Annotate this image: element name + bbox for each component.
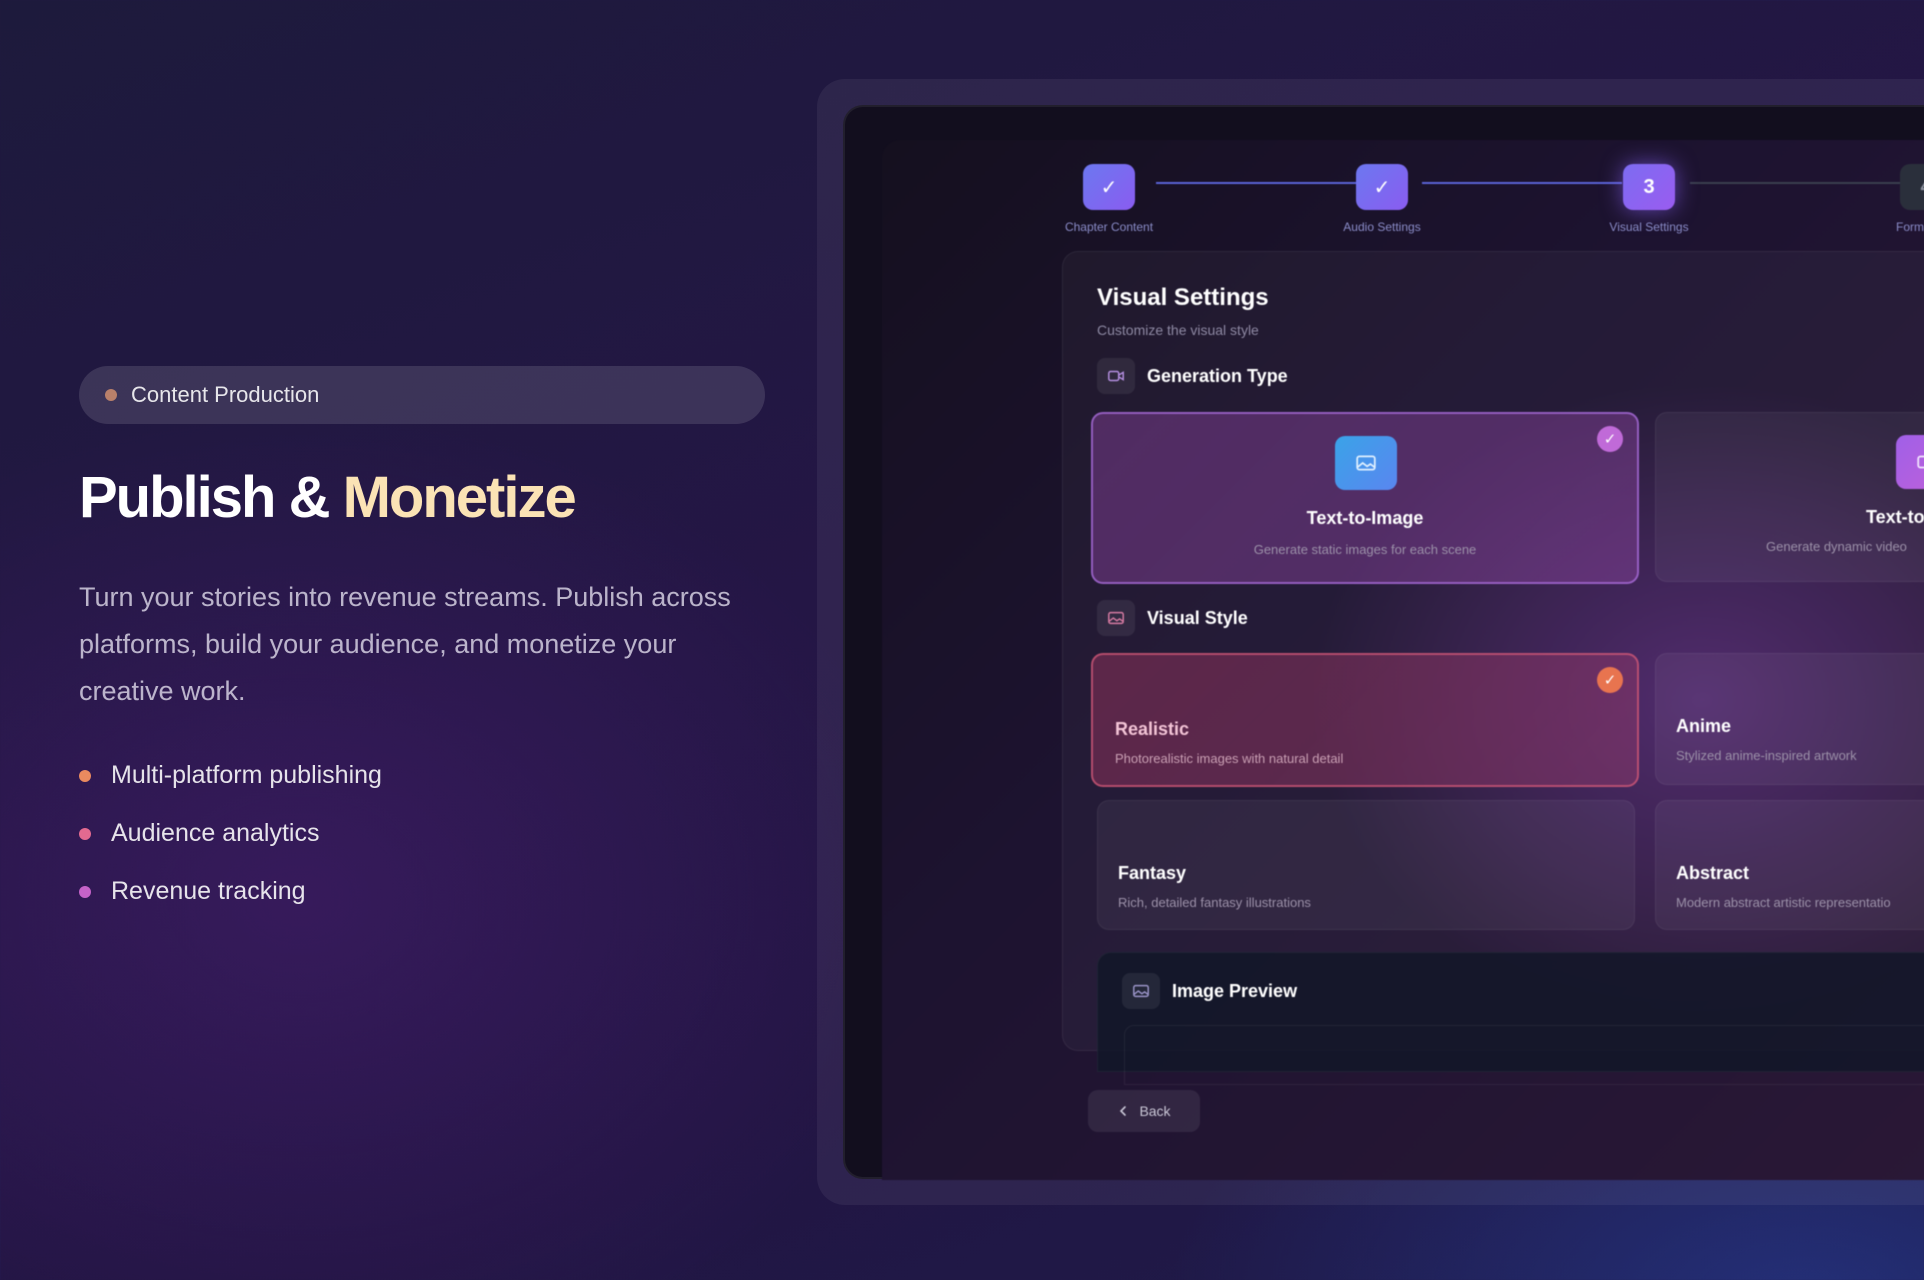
marketing-panel: Content Production Publish & Monetize Tu…: [79, 366, 765, 921]
feature-label: Multi-platform publishing: [111, 761, 382, 790]
feature-item: Audience analytics: [79, 805, 765, 863]
section-title: Image Preview: [1172, 981, 1298, 1001]
bullet-dot: [79, 769, 91, 782]
step-audio-settings[interactable]: ✓: [1356, 164, 1408, 210]
style-abstract[interactable]: Abstract Modern abstract artistic repres…: [1655, 800, 1924, 930]
back-label: Back: [1139, 1103, 1171, 1119]
card-title: Visual Settings: [1097, 284, 1269, 311]
badge-label: Content Production: [131, 382, 320, 407]
feature-label: Revenue tracking: [111, 877, 306, 906]
style-fantasy[interactable]: Fantasy Rich, detailed fantasy illustrat…: [1097, 800, 1635, 930]
image-icon: [1335, 436, 1397, 490]
option-title: Text-to: [1866, 507, 1924, 527]
step-chapter-content[interactable]: ✓: [1083, 164, 1135, 210]
step-label: Audio Settings: [1343, 220, 1421, 234]
feature-list: Multi-platform publishing Audience analy…: [79, 747, 765, 921]
option-description: Stylized anime-inspired artwork: [1676, 748, 1857, 763]
bullet-dot: [79, 885, 91, 898]
option-title: Realistic: [1115, 719, 1190, 739]
back-button[interactable]: Back: [1088, 1090, 1200, 1132]
bullet-dot: [79, 827, 91, 840]
badge-dot: [105, 389, 117, 401]
option-title: Anime: [1676, 716, 1732, 736]
stepper-connector: [1422, 182, 1622, 184]
card-subtitle: Customize the visual style: [1097, 322, 1259, 338]
hero-title-part2: Monetize: [342, 465, 577, 530]
image-preview-panel: Image Preview: [1097, 952, 1924, 1085]
preview-area: [1124, 1025, 1924, 1085]
section-title: Visual Style: [1147, 608, 1248, 628]
video-icon: [1097, 358, 1135, 394]
option-description: Generate static images for each scene: [1253, 542, 1477, 557]
step-label: Format: [1896, 220, 1924, 234]
hero-description: Turn your stories into revenue streams. …: [79, 581, 731, 706]
feature-item: Revenue tracking: [79, 863, 765, 921]
step-number: 4: [1920, 176, 1924, 199]
step-number: 3: [1643, 175, 1655, 198]
option-description: Photorealistic images with natural detai…: [1115, 751, 1344, 766]
option-description: Generate dynamic video: [1766, 539, 1907, 554]
chevron-left-icon: [1120, 1106, 1127, 1116]
feature-item: Multi-platform publishing: [79, 747, 765, 805]
visual-settings-card: Visual Settings Customize the visual sty…: [1062, 251, 1924, 1085]
option-description: Modern abstract artistic representatio: [1676, 895, 1891, 910]
image-icon: [1122, 973, 1160, 1009]
style-realistic[interactable]: Realistic Photorealistic images with nat…: [1091, 653, 1639, 787]
selected-check-icon: ✓: [1597, 426, 1623, 452]
stepper-connector: [1690, 182, 1900, 184]
video-icon: [1896, 435, 1924, 489]
option-description: Rich, detailed fantasy illustrations: [1118, 895, 1311, 910]
feature-label: Audience analytics: [111, 819, 320, 848]
step-label: Visual Settings: [1609, 220, 1689, 234]
style-anime[interactable]: Anime Stylized anime-inspired artwork: [1655, 653, 1924, 785]
check-icon: ✓: [1373, 176, 1391, 199]
option-title: Abstract: [1676, 863, 1750, 883]
image-icon: [1097, 600, 1135, 636]
option-title: Text-to-Image: [1306, 508, 1424, 528]
app-screen: ✓ Chapter Content ✓ Audio Settings 3 Vis…: [882, 140, 1924, 1180]
stepper-connector: [1156, 182, 1356, 184]
section-title: Generation Type: [1147, 366, 1288, 386]
option-title: Fantasy: [1118, 863, 1187, 883]
hero-title-part1: Publish &: [79, 465, 330, 530]
step-label: Chapter Content: [1064, 220, 1154, 234]
option-text-to-image[interactable]: Text-to-Image Generate static images for…: [1091, 412, 1639, 584]
selected-check-icon: ✓: [1597, 667, 1623, 693]
check-icon: ✓: [1100, 176, 1118, 199]
category-badge: Content Production: [79, 366, 765, 424]
hero-title: Publish & Monetize: [79, 466, 765, 530]
step-format[interactable]: 4: [1900, 164, 1924, 210]
step-visual-settings[interactable]: 3: [1623, 164, 1675, 210]
option-text-to-video[interactable]: Text-to Generate dynamic video: [1655, 412, 1924, 582]
